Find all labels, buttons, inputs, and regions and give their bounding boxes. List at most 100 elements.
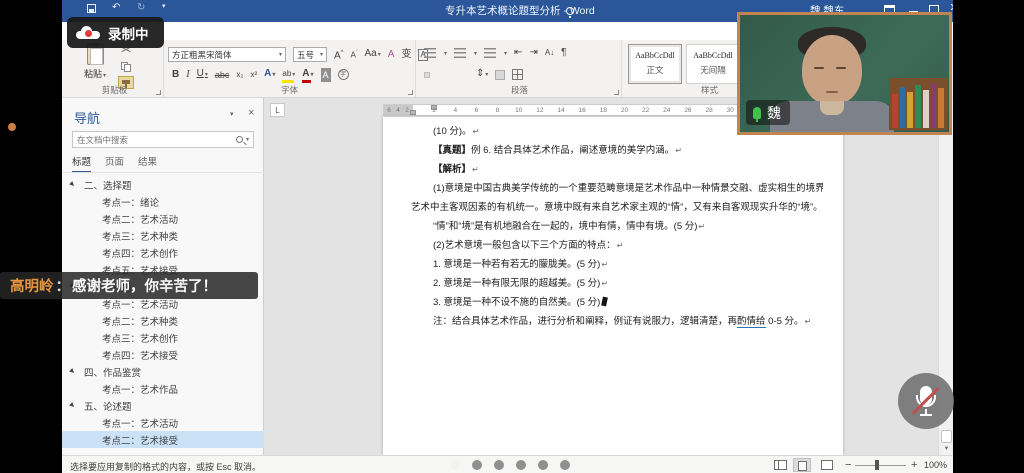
nav-item[interactable]: 考点一：艺术作品 [62, 380, 264, 397]
font-name-select[interactable]: 方正粗黑宋简体▾ [168, 47, 286, 62]
page-indicator-dot[interactable] [450, 460, 460, 470]
web-layout-icon[interactable] [817, 458, 835, 472]
nav-search-input[interactable] [73, 135, 236, 145]
nav-item[interactable]: 考点二：艺术接受 [62, 431, 264, 448]
print-layout-icon[interactable] [793, 458, 811, 472]
character-shading-icon[interactable]: A [321, 68, 331, 82]
scrollbar-thumb[interactable] [941, 430, 952, 443]
shrink-font-icon[interactable]: Aˇ [351, 46, 358, 63]
clear-formatting-icon[interactable]: A [388, 48, 395, 62]
increase-indent-icon[interactable]: ⇥ [529, 46, 537, 60]
nav-item[interactable]: 考点二：艺术种类 [62, 312, 264, 329]
page-indicator-dot[interactable] [516, 460, 526, 470]
shading-icon[interactable] [495, 70, 505, 80]
nav-tab-结果[interactable]: 结果 [138, 154, 157, 173]
qat-customize-icon[interactable]: ▾ [162, 2, 166, 10]
tab-stop-selector[interactable]: L [270, 103, 285, 117]
mic-muted-button[interactable] [898, 373, 954, 429]
strikethrough-icon[interactable]: abc [215, 68, 230, 82]
page-indicator-dot[interactable] [494, 460, 504, 470]
ruler-tick: 8 [496, 107, 500, 114]
copy-icon[interactable] [118, 60, 134, 73]
nav-search-box[interactable]: ▾ [72, 131, 254, 148]
font-size-select[interactable]: 五号▾ [293, 47, 327, 62]
status-bar: 选择要应用复制的格式的内容，或按 Esc 取消。 − + 100% [62, 455, 953, 473]
bold-icon[interactable]: B [172, 68, 179, 82]
decrease-indent-icon[interactable]: ⇤ [514, 46, 522, 60]
ruler-tick: 30 [727, 107, 734, 114]
style-card[interactable]: AaBbCcDdl正文 [628, 44, 682, 84]
redo-icon[interactable]: ↻ [137, 2, 145, 13]
sort-icon[interactable]: A↓ [545, 46, 554, 60]
line-spacing-icon[interactable]: ⇕▾ [476, 67, 488, 82]
zoom-out-icon[interactable]: − [845, 459, 851, 471]
zoom-slider-track[interactable] [855, 465, 906, 466]
undo-icon[interactable]: ↶ [112, 2, 120, 13]
nav-options-chevron-icon[interactable]: ▾ [230, 110, 234, 118]
nav-item[interactable]: ▶五、论述题 [62, 397, 264, 414]
align-right-icon[interactable] [450, 72, 456, 78]
document-page[interactable]: (10 分)。↵【真题】例 6. 结合具体艺术作品，阐述意境的美学内涵。↵【解析… [383, 117, 843, 455]
underline-icon[interactable]: U▾ [197, 67, 208, 82]
nav-item[interactable]: 考点三：艺术种类 [62, 227, 264, 244]
nav-close-icon[interactable]: × [248, 107, 254, 119]
page-indicator-dot[interactable] [538, 460, 548, 470]
page-indicator-dot[interactable] [560, 460, 570, 470]
webcam-overlay[interactable]: 魏 [737, 12, 952, 135]
paste-button[interactable]: 粘贴▾ [78, 44, 112, 80]
text-effects-icon[interactable]: A▾ [264, 67, 275, 82]
paragraph-dialog-launcher-icon[interactable] [614, 90, 619, 95]
justify-icon[interactable] [463, 72, 469, 78]
zoom-slider-thumb[interactable] [875, 460, 879, 470]
document-line: 艺术中主客观因素的有机统一。意境中既有来自艺术家主观的“情”，又有来自客观现实升… [411, 198, 823, 217]
nav-item[interactable]: 考点三：艺术创作 [62, 329, 264, 346]
nav-item[interactable]: 考点一：绪论 [62, 193, 264, 210]
clipboard-dialog-launcher-icon[interactable] [156, 90, 161, 95]
nav-item[interactable]: 考点四：艺术接受 [62, 346, 264, 363]
nav-item-label: 考点四：艺术接受 [102, 348, 178, 362]
save-icon[interactable] [87, 4, 96, 13]
enclose-characters-icon[interactable]: 字 [338, 69, 349, 80]
superscript-icon[interactable]: x² [250, 68, 257, 82]
numbered-list-icon[interactable] [454, 48, 466, 58]
font-color-icon[interactable]: A▾ [302, 67, 313, 82]
book-spine [938, 88, 944, 128]
font-dialog-launcher-icon[interactable] [408, 90, 413, 95]
document-line: 3. 意境是一种不设不施的自然美。(5 分) [411, 293, 823, 312]
nav-item[interactable]: ▶二、选择题 [62, 176, 264, 193]
highlight-color-icon[interactable]: ab▾ [282, 67, 295, 82]
search-icon[interactable] [236, 136, 243, 143]
book-spine [915, 85, 921, 128]
align-center-icon[interactable] [437, 72, 443, 78]
nav-item[interactable]: ▶四、作品鉴赏 [62, 363, 264, 380]
nav-item[interactable]: 考点一：艺术活动 [62, 414, 264, 431]
align-left-icon[interactable] [424, 72, 430, 78]
change-case-icon[interactable]: Aa▾ [365, 47, 381, 62]
nav-item[interactable]: 考点二：艺术活动 [62, 210, 264, 227]
borders-icon[interactable] [512, 69, 523, 80]
document-line: 【真题】例 6. 结合具体艺术作品，阐述意境的美学内涵。↵ [411, 141, 823, 160]
nav-item[interactable]: 考点四：艺术创作 [62, 244, 264, 261]
nav-tab-页面[interactable]: 页面 [105, 154, 124, 173]
show-marks-icon[interactable]: ¶ [561, 46, 566, 60]
nav-tab-标题[interactable]: 标题 [72, 154, 91, 173]
collapse-triangle-icon: ▶ [68, 180, 76, 188]
zoom-in-icon[interactable]: + [911, 459, 917, 471]
grow-font-icon[interactable]: A^ [334, 46, 344, 63]
page-indicator-dot[interactable] [472, 460, 482, 470]
bullet-list-icon[interactable] [424, 48, 436, 58]
book-spine [907, 92, 913, 128]
style-card[interactable]: AaBbCcDdl无间隔 [686, 44, 740, 84]
style-label: 正文 [629, 64, 681, 76]
search-options-chevron-icon[interactable]: ▾ [246, 136, 249, 143]
phonetic-guide-icon[interactable]: 变 [401, 48, 411, 62]
left-indent-marker[interactable] [410, 110, 416, 115]
document-line: “情”和“境”是有机地融合在一起的，境中有情，情中有境。(5 分)↵ [411, 217, 823, 236]
scroll-down-icon[interactable]: ▼ [941, 444, 952, 454]
italic-icon[interactable]: I [186, 68, 189, 82]
multilevel-list-icon[interactable] [484, 48, 496, 58]
subscript-icon[interactable]: x₂ [236, 68, 243, 82]
read-mode-icon[interactable] [770, 458, 788, 472]
ruler-tick: 26 [684, 107, 691, 114]
zoom-level[interactable]: 100% [924, 460, 947, 470]
